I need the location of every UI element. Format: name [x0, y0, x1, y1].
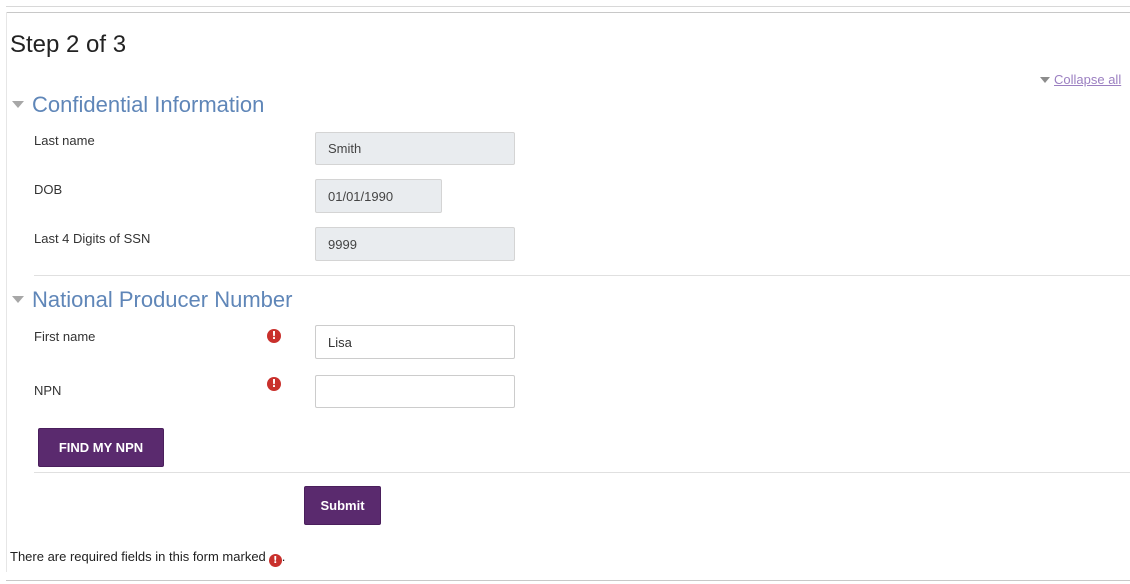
required-note-text: There are required fields in this form m… [10, 549, 266, 564]
collapse-all-link[interactable]: Collapse all [1040, 72, 1121, 87]
form-bottom-border [6, 580, 1130, 581]
section-header-npn[interactable]: National Producer Number [12, 287, 292, 313]
section-header-confidential[interactable]: Confidential Information [12, 92, 264, 118]
required-fields-note: There are required fields in this form m… [10, 549, 285, 567]
section-title: National Producer Number [32, 287, 293, 312]
form-left-border [6, 12, 7, 572]
dob-label: DOB [34, 182, 63, 197]
ssn-field[interactable] [315, 227, 515, 261]
collapse-all-label: Collapse all [1054, 72, 1122, 87]
required-icon: ! [268, 554, 282, 567]
form-top-border [6, 12, 1130, 13]
section-divider [34, 472, 1130, 473]
first-name-field[interactable] [315, 325, 515, 359]
submit-button[interactable]: Submit [304, 486, 381, 525]
last-name-field[interactable] [315, 132, 515, 165]
npn-label: NPN [34, 383, 62, 398]
ssn-label: Last 4 Digits of SSN [34, 231, 151, 246]
dob-field[interactable] [315, 179, 442, 213]
required-note-end: . [281, 549, 286, 564]
required-icon: ! [267, 377, 281, 391]
triangle-down-icon [1040, 76, 1050, 83]
first-name-label: First name [34, 329, 96, 344]
find-my-npn-button[interactable]: FIND MY NPN [38, 428, 164, 467]
top-border [6, 6, 1130, 7]
npn-field[interactable] [315, 375, 515, 408]
section-divider [34, 275, 1130, 276]
last-name-label: Last name [34, 133, 95, 148]
triangle-down-icon [12, 100, 24, 108]
section-title: Confidential Information [32, 92, 265, 117]
triangle-down-icon [12, 295, 24, 303]
page-title: Step 2 of 3 [10, 31, 127, 58]
required-icon: ! [267, 329, 281, 343]
